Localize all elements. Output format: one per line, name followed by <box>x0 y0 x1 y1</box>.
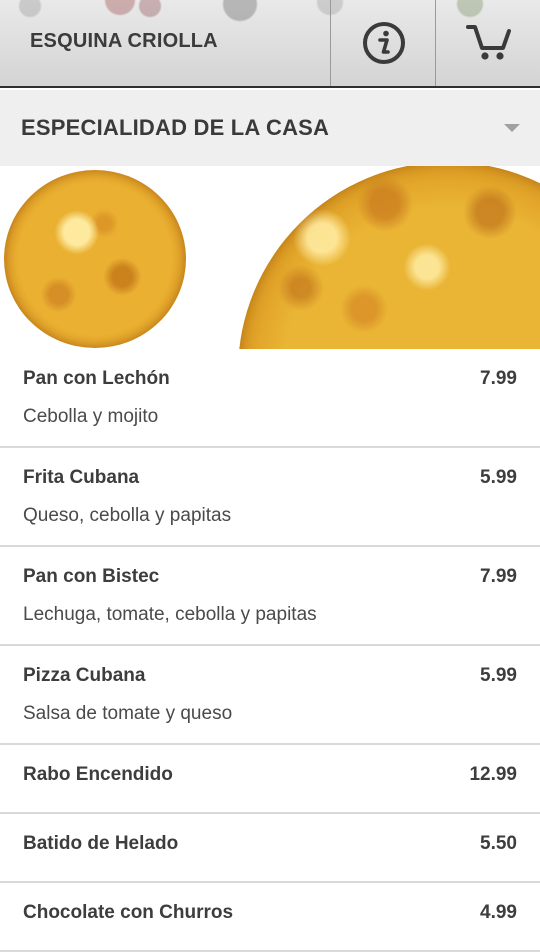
menu-item-name: Rabo Encendido <box>23 764 173 785</box>
cart-button[interactable] <box>437 0 540 86</box>
menu-item-description: Cebolla y mojito <box>23 406 159 427</box>
menu-item-price: 7.99 <box>480 368 517 389</box>
menu-item-name: Frita Cubana <box>23 467 140 488</box>
menu-item-price: 5.50 <box>480 833 517 854</box>
menu-item-description: Queso, cebolla y papitas <box>23 505 232 526</box>
menu-item[interactable]: Batido de Helado 5.50 <box>0 814 540 883</box>
caret-down-icon <box>504 124 520 132</box>
menu-item-name: Pan con Bistec <box>23 566 160 587</box>
menu-item[interactable]: Pan con Lechón 7.99 Cebolla y mojito <box>0 349 540 448</box>
menu-item[interactable]: Pan con Bistec 7.99 Lechuga, tomate, ceb… <box>0 547 540 646</box>
shopping-cart-icon <box>465 25 511 60</box>
app-title: ESQUINA CRIOLLA <box>30 30 218 52</box>
menu-item-price: 12.99 <box>469 764 517 785</box>
menu-item[interactable]: Frita Cubana 5.99 Queso, cebolla y papit… <box>0 448 540 547</box>
menu-item-description: Salsa de tomate y queso <box>23 703 233 724</box>
menu-item[interactable]: Rabo Encendido 12.99 <box>0 745 540 814</box>
category-banner-image <box>0 166 540 349</box>
menu-item-name: Pizza Cubana <box>23 665 146 686</box>
info-button[interactable] <box>332 0 435 86</box>
pie-image-large <box>238 166 540 349</box>
app-header: ESQUINA CRIOLLA <box>0 0 540 88</box>
menu-item[interactable]: Chocolate con Churros 4.99 <box>0 883 540 952</box>
header-divider <box>330 0 331 86</box>
info-circle-icon <box>362 22 405 64</box>
menu-item-name: Batido de Helado <box>23 833 179 854</box>
menu-item-price: 5.99 <box>480 467 517 488</box>
category-dropdown[interactable]: ESPECIALIDAD DE LA CASA <box>0 90 540 166</box>
header-bottom-rule <box>0 86 540 88</box>
menu-item-price: 7.99 <box>480 566 517 587</box>
menu-item-name: Chocolate con Churros <box>23 902 234 923</box>
menu-item-price: 5.99 <box>480 665 517 686</box>
category-label: ESPECIALIDAD DE LA CASA <box>21 115 330 140</box>
menu-item[interactable]: Pizza Cubana 5.99 Salsa de tomate y ques… <box>0 646 540 745</box>
menu-item-name: Pan con Lechón <box>23 368 170 389</box>
menu-item-description: Lechuga, tomate, cebolla y papitas <box>23 604 317 625</box>
header-divider <box>435 0 436 86</box>
menu-item-price: 4.99 <box>480 902 517 923</box>
pie-image-small <box>4 170 186 348</box>
